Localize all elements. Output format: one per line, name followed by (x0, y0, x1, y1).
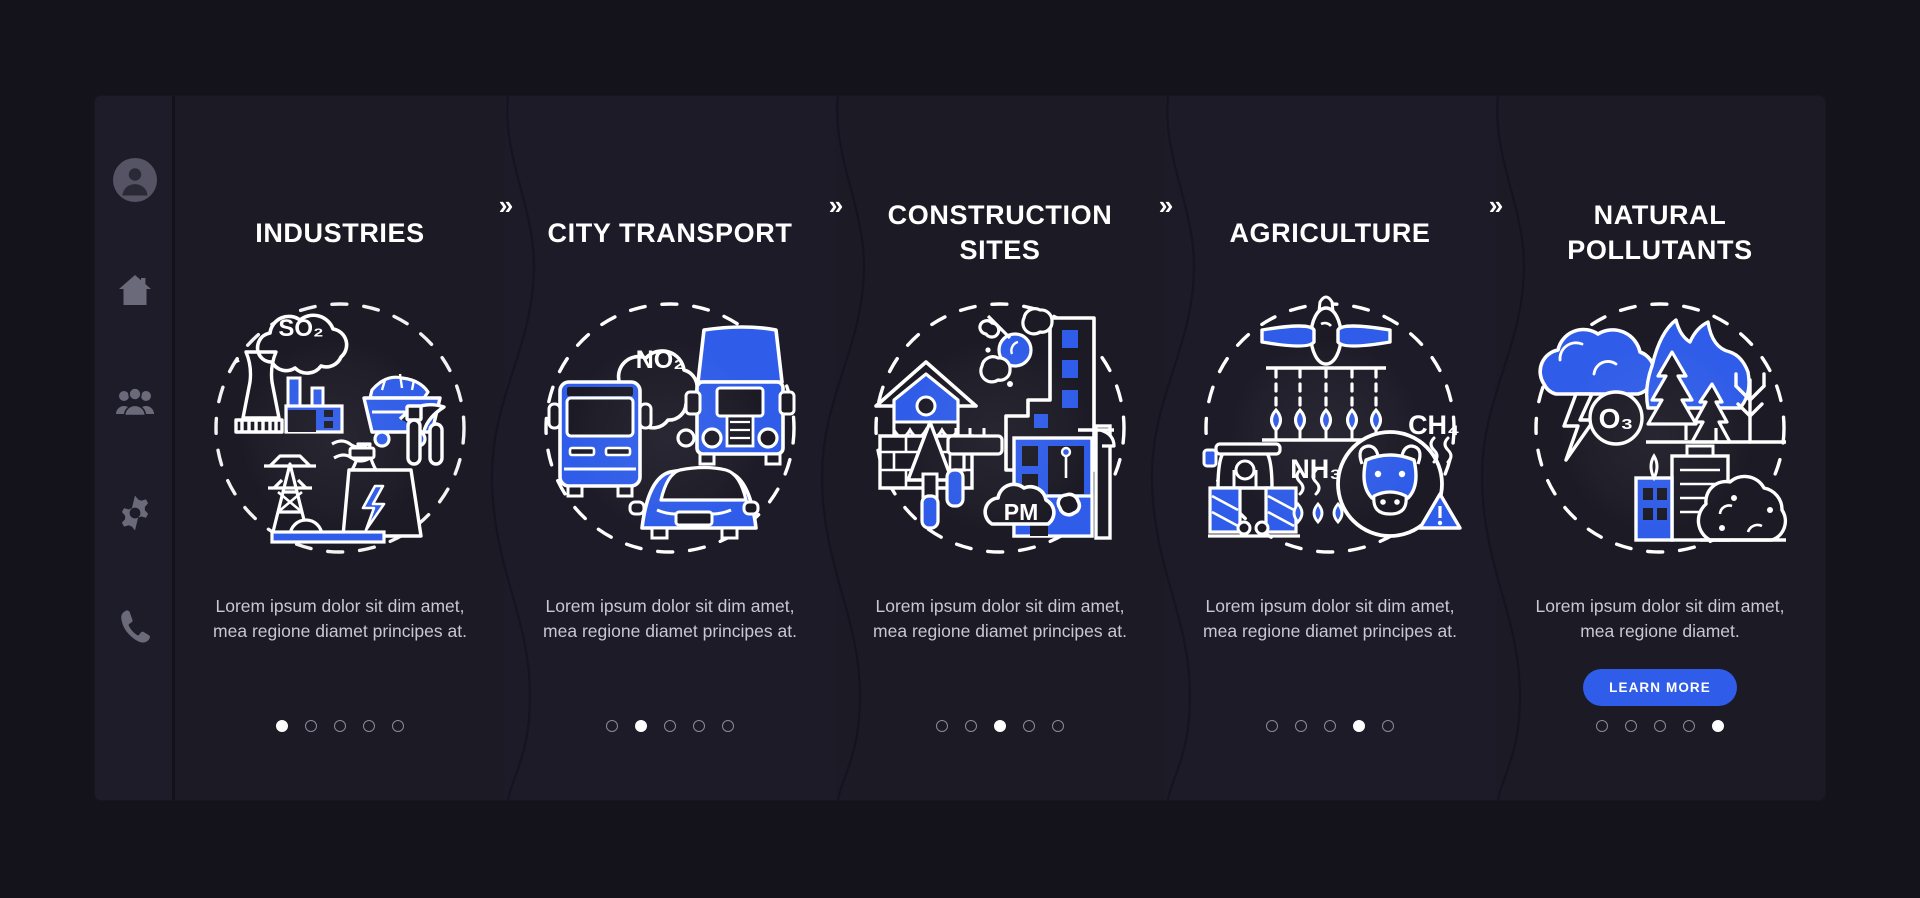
pagination-dots (835, 720, 1165, 732)
pagination-dot[interactable] (363, 720, 375, 732)
panel-description: Lorem ipsum dolor sit dim amet, mea regi… (1203, 596, 1457, 642)
pagination-dot[interactable] (1324, 720, 1336, 732)
natural-pollutants-illustration: O₃ (1524, 288, 1796, 560)
pagination-dots (1495, 720, 1825, 732)
panel-description: Lorem ipsum dolor sit dim amet, mea regi… (1535, 596, 1785, 642)
panel-natural-pollutants[interactable]: » NATURAL POLLUTANTS O₃ Lorem ipsum dolo… (1480, 96, 1825, 800)
chevron-double-right-icon: » (498, 190, 513, 220)
pagination-dot[interactable] (1266, 720, 1278, 732)
panel-city-transport[interactable]: » CITY TRANSPORT NO₂ Lorem ipsum dolor s… (490, 96, 835, 800)
pagination-dot[interactable] (693, 720, 705, 732)
sidebar (95, 96, 175, 800)
city-transport-svg: NO₂ (544, 302, 796, 554)
agriculture-illustration: NH₃ CH₄ (1194, 288, 1466, 560)
o3-label: O₃ (1599, 403, 1634, 434)
natural-pollutants-svg: O₃ (1534, 302, 1788, 554)
panel-title: AGRICULTURE (1229, 217, 1431, 248)
so2-label: SO₂ (278, 315, 323, 342)
pagination-dots (1165, 720, 1495, 732)
pagination-dot[interactable] (635, 720, 647, 732)
chevron-double-right-icon: » (1158, 190, 1173, 220)
pagination-dot[interactable] (1654, 720, 1666, 732)
pagination-dot[interactable] (1683, 720, 1695, 732)
sidebar-item-community[interactable] (111, 378, 159, 426)
panel-description: Lorem ipsum dolor sit dim amet, mea regi… (213, 596, 467, 642)
panel-description: Lorem ipsum dolor sit dim amet, mea regi… (543, 596, 797, 642)
pagination-dot[interactable] (1353, 720, 1365, 732)
industries-illustration: SO₂ (204, 288, 476, 560)
pagination-dot[interactable] (606, 720, 618, 732)
pagination-dot[interactable] (1295, 720, 1307, 732)
pagination-dots (505, 720, 835, 732)
phone-icon (119, 609, 151, 643)
no2-label: NO₂ (636, 346, 685, 374)
user-avatar-icon (112, 157, 158, 203)
panel-description: Lorem ipsum dolor sit dim amet, mea regi… (873, 596, 1127, 642)
panel-industries[interactable]: INDUSTRIES SO₂ Lorem ipsum dolor sit dim… (175, 96, 505, 800)
onboarding-card: INDUSTRIES SO₂ Lorem ipsum dolor sit dim… (95, 96, 1825, 800)
pagination-dot[interactable] (1382, 720, 1394, 732)
pagination-dot[interactable] (1052, 720, 1064, 732)
construction-sites-illustration: PM (864, 288, 1136, 560)
agriculture-svg: NH₃ CH₄ (1202, 295, 1462, 554)
pagination-dot[interactable] (276, 720, 288, 732)
sidebar-item-settings[interactable] (111, 490, 159, 538)
pagination-dot[interactable] (965, 720, 977, 732)
pagination-dot[interactable] (664, 720, 676, 732)
pagination-dot[interactable] (334, 720, 346, 732)
panel-title: INDUSTRIES (255, 217, 425, 248)
pagination-dot[interactable] (1596, 720, 1608, 732)
sidebar-item-home[interactable] (111, 266, 159, 314)
panel-title: CITY TRANSPORT (547, 217, 793, 248)
city-transport-illustration: NO₂ (534, 288, 806, 560)
panel-title: CONSTRUCTION SITES (887, 200, 1113, 265)
industries-svg: SO₂ (214, 302, 466, 554)
pm-label: PM (1004, 499, 1039, 525)
pagination-dot[interactable] (936, 720, 948, 732)
home-icon (117, 273, 153, 307)
pagination-dot[interactable] (994, 720, 1006, 732)
chevron-double-right-icon: » (828, 190, 843, 220)
pagination-dot[interactable] (1023, 720, 1035, 732)
pagination-dot[interactable] (392, 720, 404, 732)
learn-more-button[interactable]: LEARN MORE (1583, 668, 1737, 706)
pagination-dots (175, 720, 505, 732)
app-screen: INDUSTRIES SO₂ Lorem ipsum dolor sit dim… (0, 0, 1920, 898)
pagination-dot[interactable] (722, 720, 734, 732)
construction-sites-svg: PM (874, 302, 1126, 554)
panel-title: NATURAL POLLUTANTS (1567, 200, 1753, 265)
ch4-label: CH₄ (1408, 410, 1460, 440)
pagination-dot[interactable] (1625, 720, 1637, 732)
panel-agriculture[interactable]: » AGRICULTURE NH₃ CH₄ Lorem ipsum dolor … (1150, 96, 1495, 800)
sidebar-item-profile[interactable] (111, 156, 159, 204)
pagination-dot[interactable] (1712, 720, 1724, 732)
chevron-double-right-icon: » (1488, 190, 1503, 220)
pagination-dot[interactable] (305, 720, 317, 732)
panel-construction-sites[interactable]: » CONSTRUCTION SITES PM Lorem ipsum dolo… (820, 96, 1165, 800)
panel-strip: INDUSTRIES SO₂ Lorem ipsum dolor sit dim… (175, 96, 1825, 800)
people-group-icon (115, 386, 155, 418)
sidebar-item-contact[interactable] (111, 602, 159, 650)
gear-icon (117, 496, 153, 532)
